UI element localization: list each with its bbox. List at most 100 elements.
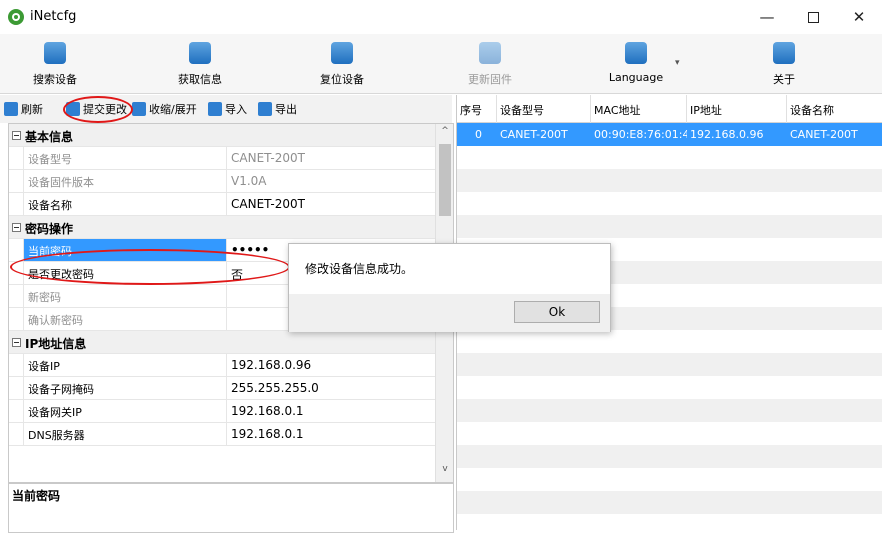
property-row-device-name[interactable]: 设备名称 CANET-200T bbox=[9, 193, 435, 216]
category-label: 密码操作 bbox=[25, 222, 74, 236]
reset-icon bbox=[331, 42, 353, 64]
property-value[interactable]: CANET-200T bbox=[227, 193, 435, 215]
cell-name: CANET-200T bbox=[790, 128, 858, 141]
property-toolbar: 刷新 提交更改 收缩/展开 导入 导出 bbox=[0, 95, 452, 123]
column-header-model[interactable]: 设备型号 bbox=[497, 95, 591, 123]
property-name: 确认新密码 bbox=[23, 308, 227, 330]
cell-mac: 00:90:E8:76:01:44 bbox=[594, 128, 687, 141]
category-basic-info[interactable]: 基本信息 bbox=[9, 124, 435, 147]
refresh-label: 刷新 bbox=[21, 103, 43, 116]
property-value[interactable]: 255.255.255.0 bbox=[227, 377, 435, 399]
grid-header: 序号 设备型号 MAC地址 IP地址 设备名称 bbox=[457, 95, 882, 123]
property-row-dns[interactable]: DNS服务器 192.168.0.1 bbox=[9, 423, 435, 446]
import-icon bbox=[208, 102, 222, 116]
dialog-message: 修改设备信息成功。 bbox=[305, 262, 414, 276]
firmware-icon bbox=[479, 42, 501, 64]
collapse-icon[interactable] bbox=[12, 338, 21, 347]
about-button[interactable]: 关于 bbox=[744, 42, 824, 94]
property-name: 设备IP bbox=[23, 354, 227, 376]
export-button[interactable]: 导出 bbox=[258, 101, 297, 117]
chevron-down-icon[interactable]: ▾ bbox=[675, 58, 680, 68]
scroll-up-icon[interactable]: ^ bbox=[436, 126, 453, 142]
search-device-button[interactable]: 搜索设备 bbox=[15, 42, 95, 94]
scroll-thumb[interactable] bbox=[439, 144, 451, 216]
scroll-down-icon[interactable]: v bbox=[436, 464, 453, 480]
category-ip-info[interactable]: IP地址信息 bbox=[9, 331, 435, 354]
close-button[interactable]: ✕ bbox=[836, 0, 882, 34]
property-name: 当前密码 bbox=[23, 239, 227, 261]
description-title: 当前密码 bbox=[12, 489, 61, 503]
description-panel: 当前密码 bbox=[8, 483, 454, 533]
column-header-mac[interactable]: MAC地址 bbox=[591, 95, 687, 123]
get-info-button[interactable]: 获取信息 bbox=[160, 42, 240, 94]
refresh-button[interactable]: 刷新 bbox=[4, 101, 43, 117]
category-label: IP地址信息 bbox=[25, 337, 87, 351]
message-dialog: 修改设备信息成功。 Ok bbox=[288, 243, 611, 332]
collapse-icon[interactable] bbox=[12, 131, 21, 140]
globe-icon bbox=[625, 42, 647, 64]
column-header-ip[interactable]: IP地址 bbox=[687, 95, 787, 123]
import-button[interactable]: 导入 bbox=[208, 101, 247, 117]
property-row-model[interactable]: 设备型号 CANET-200T bbox=[9, 147, 435, 170]
property-row-device-ip[interactable]: 设备IP 192.168.0.96 bbox=[9, 354, 435, 377]
submit-changes-button[interactable]: 提交更改 bbox=[66, 101, 131, 117]
close-icon: ✕ bbox=[852, 8, 866, 26]
property-name: 设备型号 bbox=[23, 147, 227, 169]
save-icon bbox=[258, 102, 272, 116]
property-value[interactable]: 192.168.0.1 bbox=[227, 423, 435, 445]
language-button[interactable]: Language bbox=[596, 42, 676, 94]
main-toolbar: 搜索设备 获取信息 复位设备 更新固件 Language 关于 bbox=[0, 34, 882, 94]
window-title: iNetcfg bbox=[30, 9, 77, 24]
export-label: 导出 bbox=[275, 103, 297, 116]
property-value: CANET-200T bbox=[231, 151, 305, 165]
property-name: DNS服务器 bbox=[23, 423, 227, 445]
empty-row bbox=[457, 353, 882, 376]
import-label: 导入 bbox=[225, 103, 247, 116]
dialog-footer: Ok bbox=[289, 294, 610, 332]
property-name: 新密码 bbox=[23, 285, 227, 307]
collapse-expand-label: 收缩/展开 bbox=[149, 103, 197, 116]
ok-button[interactable]: Ok bbox=[514, 301, 600, 323]
property-name: 设备固件版本 bbox=[23, 170, 227, 192]
column-header-name[interactable]: 设备名称 bbox=[787, 95, 882, 123]
about-label: 关于 bbox=[773, 73, 795, 86]
empty-row bbox=[457, 399, 882, 422]
empty-row bbox=[457, 491, 882, 514]
cell-ip: 192.168.0.96 bbox=[690, 128, 764, 141]
category-password[interactable]: 密码操作 bbox=[9, 216, 435, 239]
cell-index: 0 bbox=[475, 128, 482, 141]
property-row-firmware[interactable]: 设备固件版本 V1.0A bbox=[9, 170, 435, 193]
category-label: 基本信息 bbox=[25, 130, 74, 144]
empty-row bbox=[457, 215, 882, 238]
property-value[interactable]: 192.168.0.1 bbox=[227, 400, 435, 422]
arrow-right-icon bbox=[66, 102, 80, 116]
submit-changes-label: 提交更改 bbox=[83, 103, 127, 116]
update-firmware-button[interactable]: 更新固件 bbox=[450, 42, 530, 94]
language-label: Language bbox=[608, 71, 664, 84]
minimize-button[interactable]: — bbox=[744, 0, 790, 34]
column-header-index[interactable]: 序号 bbox=[457, 95, 497, 123]
update-firmware-label: 更新固件 bbox=[468, 73, 512, 86]
reset-device-button[interactable]: 复位设备 bbox=[302, 42, 382, 94]
empty-row bbox=[457, 169, 882, 192]
search-device-label: 搜索设备 bbox=[33, 73, 77, 86]
property-row-subnet-mask[interactable]: 设备子网掩码 255.255.255.0 bbox=[9, 377, 435, 400]
expand-icon bbox=[132, 102, 146, 116]
empty-row bbox=[457, 445, 882, 468]
minimize-icon: — bbox=[759, 8, 775, 26]
people-icon bbox=[773, 42, 795, 64]
cell-model: CANET-200T bbox=[500, 128, 568, 141]
property-value[interactable]: 192.168.0.96 bbox=[227, 354, 435, 376]
app-icon bbox=[8, 9, 24, 25]
get-info-label: 获取信息 bbox=[178, 73, 222, 86]
table-row[interactable]: 0 CANET-200T 00:90:E8:76:01:44 192.168.0… bbox=[457, 123, 882, 146]
property-row-gateway[interactable]: 设备网关IP 192.168.0.1 bbox=[9, 400, 435, 423]
collapse-icon[interactable] bbox=[12, 223, 21, 232]
reset-device-label: 复位设备 bbox=[320, 73, 364, 86]
search-icon bbox=[44, 42, 66, 64]
maximize-icon bbox=[807, 11, 819, 23]
title-bar: iNetcfg — ✕ bbox=[0, 0, 882, 34]
refresh-icon bbox=[4, 102, 18, 116]
maximize-button[interactable] bbox=[790, 0, 836, 34]
collapse-expand-button[interactable]: 收缩/展开 bbox=[132, 101, 197, 117]
